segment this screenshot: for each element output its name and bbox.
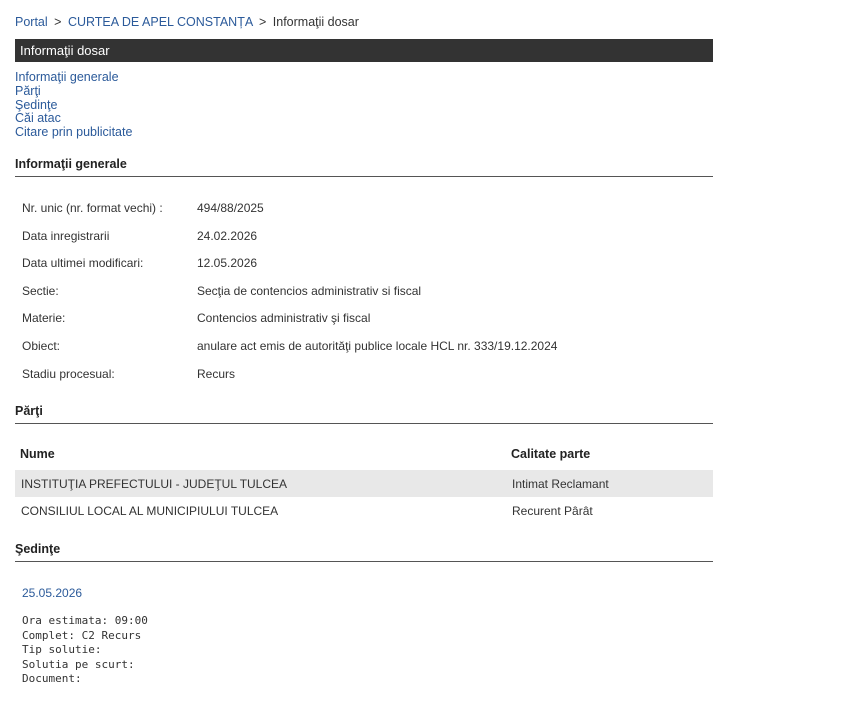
breadcrumb-separator: > xyxy=(54,15,62,29)
info-label: Nr. unic (nr. format vechi) : xyxy=(22,201,163,215)
info-row: Stadiu procesual: Recurs xyxy=(22,367,557,395)
party-role: Intimat Reclamant xyxy=(512,476,609,491)
hearing-detail-line: Solutia pe scurt: xyxy=(22,657,135,671)
info-value: 494/88/2025 xyxy=(197,201,264,215)
page-title: Informaţii dosar xyxy=(15,39,713,62)
info-row: Materie: Contencios administrativ şi fis… xyxy=(22,311,557,339)
info-value: Contencios administrativ şi fiscal xyxy=(197,311,371,326)
toc-link-informatii-generale[interactable]: Informaţii generale xyxy=(15,70,132,85)
info-value: Secţia de contencios administrativ si fi… xyxy=(197,283,422,298)
info-value: 24.02.2026 xyxy=(197,228,258,243)
section-links: Informaţii generale Părţi Şedinţe Căi at… xyxy=(15,70,132,140)
info-table: Nr. unic (nr. format vechi) : 494/88/202… xyxy=(22,201,557,394)
table-row: INSTITUŢIA PREFECTULUI - JUDEŢUL TULCEA … xyxy=(15,470,713,497)
party-name: CONSILIUL LOCAL AL MUNICIPIULUI TULCEA xyxy=(21,503,279,518)
info-label: Obiect: xyxy=(22,338,61,353)
info-row: Nr. unic (nr. format vechi) : 494/88/202… xyxy=(22,201,557,229)
section-heading-parti: Părţi xyxy=(15,404,713,424)
hearing-date: 25.05.2026 xyxy=(22,586,83,600)
hearing-detail-line: Complet: C2 Recurs xyxy=(22,628,142,642)
hearing-detail-line: Document: xyxy=(22,672,82,685)
breadcrumb-separator: > xyxy=(258,15,267,29)
info-row: Data ultimei modificari: 12.05.2026 xyxy=(22,256,557,284)
toc-link-sedinte[interactable]: Şedinţe xyxy=(15,98,132,113)
info-label: Sectie: xyxy=(22,283,59,298)
party-role: Recurent Pârât xyxy=(512,503,593,518)
info-value: anulare act emis de autorităţi publice l… xyxy=(197,338,558,353)
info-label: Materie: xyxy=(22,311,66,326)
breadcrumb-portal-link[interactable]: Portal xyxy=(15,15,48,29)
section-heading-sedinte: Şedinţe xyxy=(15,542,713,562)
info-row: Data inregistrarii 24.02.2026 xyxy=(22,229,557,257)
info-row: Sectie: Secţia de contencios administrat… xyxy=(22,284,557,312)
info-label: Data ultimei modificari: xyxy=(22,256,144,271)
breadcrumb-current: Informaţii dosar xyxy=(272,15,359,29)
table-row: CONSILIUL LOCAL AL MUNICIPIULUI TULCEA R… xyxy=(15,497,713,524)
toc-link-cai-atac[interactable]: Căi atac xyxy=(15,112,132,126)
hearing-details: Ora estimata: 09:00 Complet: C2 Recurs T… xyxy=(22,614,148,687)
party-name: INSTITUŢIA PREFECTULUI - JUDEŢUL TULCEA xyxy=(21,476,288,491)
breadcrumb-court-link[interactable]: CURTEA DE APEL CONSTANȚA xyxy=(68,15,253,29)
toc-link-citare[interactable]: Citare prin publicitate xyxy=(15,125,132,140)
column-header-nume: Nume xyxy=(20,447,55,461)
hearing-detail-line: Ora estimata: 09:00 xyxy=(22,614,148,627)
column-header-calitate: Calitate parte xyxy=(511,447,591,461)
parti-table-header: Nume Calitate parte xyxy=(15,440,713,468)
hearing-detail-line: Tip solutie: xyxy=(22,643,102,656)
info-label: Data inregistrarii xyxy=(22,228,110,243)
info-row: Obiect: anulare act emis de autorităţi p… xyxy=(22,339,557,367)
info-value: Recurs xyxy=(197,366,236,381)
toc-link-parti[interactable]: Părţi xyxy=(15,84,132,99)
info-label: Stadiu procesual: xyxy=(22,366,115,381)
section-heading-informatii-generale: Informaţii generale xyxy=(15,157,713,177)
info-value: 12.05.2026 xyxy=(197,256,258,271)
breadcrumb: Portal > CURTEA DE APEL CONSTANȚA > Info… xyxy=(15,15,359,29)
